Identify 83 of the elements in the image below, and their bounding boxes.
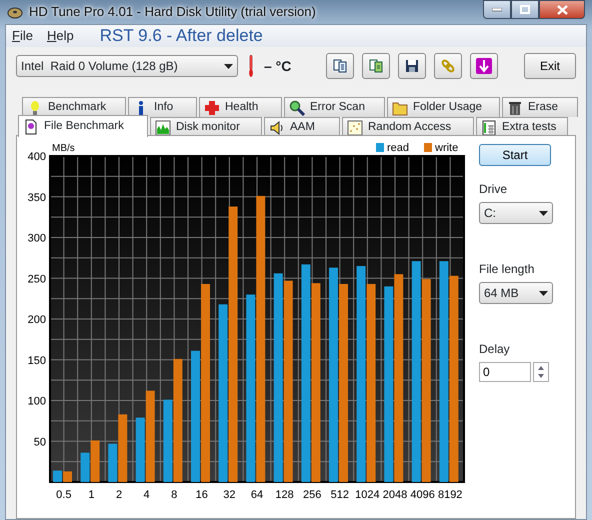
cross-icon	[204, 100, 220, 116]
x-tick-label: 8	[171, 489, 178, 501]
maximize-icon	[520, 5, 530, 14]
menu-item[interactable]: File	[12, 26, 33, 46]
x-tick-label: 4	[144, 489, 150, 501]
tab[interactable]: File Benchmark	[18, 115, 148, 137]
legend-swatch	[376, 143, 384, 152]
minimize-icon	[492, 8, 502, 12]
y-tick-label: 200	[28, 314, 46, 326]
minimize-button[interactable]	[483, 0, 511, 19]
chain-icon	[440, 58, 456, 74]
trash-icon	[507, 100, 523, 116]
dropdown[interactable]: 64 MB	[479, 282, 553, 304]
toolbar-button[interactable]	[398, 53, 426, 79]
close-button[interactable]	[539, 0, 585, 19]
y-tick-label: 300	[28, 232, 46, 244]
field-label: File length	[479, 261, 536, 278]
tab[interactable]: Random Access	[342, 117, 474, 137]
maximize-button[interactable]	[511, 0, 539, 19]
bar	[90, 440, 100, 482]
speaker-icon	[269, 120, 285, 136]
caption-text: RST 9.6 - After delete	[100, 25, 263, 48]
disk-select[interactable]: Intel Raid 0 Volume (128 gB)	[16, 55, 238, 77]
start-button[interactable]: Start	[479, 144, 551, 166]
temperature-text: – °C	[264, 56, 292, 76]
legend-label: write	[435, 142, 458, 154]
y-tick-label: 150	[28, 354, 46, 367]
spin-buttons[interactable]	[533, 362, 549, 382]
tab[interactable]: Disk monitor	[150, 117, 262, 137]
dropdown[interactable]: C:	[479, 202, 553, 224]
bar	[80, 452, 90, 482]
x-tick-label: 4096	[410, 489, 435, 501]
y-tick-label: 250	[28, 273, 46, 286]
save-icon	[404, 58, 420, 74]
x-tick-label: 2	[116, 489, 122, 501]
x-tick-label: 32	[223, 489, 236, 501]
magnifier-icon	[289, 100, 305, 116]
x-tick-label: 64	[250, 489, 264, 501]
toolbar-button[interactable]	[326, 53, 354, 79]
x-tick-label: 1	[88, 489, 94, 501]
tab[interactable]: Erase	[502, 97, 578, 117]
x-tick-label: 2048	[382, 489, 408, 501]
y-tick-label: 350	[28, 192, 46, 204]
y-tick-label: 400	[28, 151, 46, 163]
dropdown-arrow-icon	[224, 64, 233, 68]
dropdown-arrow-icon	[539, 210, 548, 216]
dropdown-arrow-icon	[539, 290, 548, 296]
tab[interactable]: Extra tests	[476, 117, 568, 137]
copy-icon	[368, 58, 384, 74]
document-icon	[23, 118, 39, 134]
tab[interactable]: Health	[199, 97, 282, 117]
x-tick-label: 0.5	[56, 489, 72, 501]
toolbar-button[interactable]	[470, 53, 498, 79]
download-icon	[476, 58, 492, 74]
menu-item[interactable]: Help	[46, 26, 74, 46]
x-tick-label: 1024	[355, 489, 380, 501]
exit-button[interactable]: Exit	[524, 53, 576, 79]
tab[interactable]: Info	[128, 97, 197, 117]
x-tick-label: 8192	[438, 489, 462, 501]
legend-label: read	[387, 142, 410, 154]
delay-field[interactable]: 0	[479, 362, 531, 382]
window-title: HD Tune Pro 4.01 - Hard Disk Utility (trial version)	[29, 3, 316, 22]
scatter-icon	[347, 120, 363, 136]
tab[interactable]: Error Scan	[284, 97, 385, 117]
copy-icon	[332, 58, 348, 74]
toolbar-button[interactable]	[362, 53, 390, 79]
x-tick-label: 256	[303, 489, 322, 501]
y-tick-label: 50	[34, 436, 46, 448]
bar	[53, 470, 62, 482]
legend-swatch	[424, 143, 432, 152]
tab[interactable]: Folder Usage	[387, 97, 500, 117]
x-tick-label: 512	[330, 489, 349, 501]
x-tick-label: 16	[196, 489, 208, 501]
close-icon	[556, 4, 568, 14]
bar	[63, 471, 72, 482]
tab[interactable]: Benchmark	[22, 97, 126, 117]
field-label: Drive	[479, 181, 508, 198]
y-axis-label: MB/s	[52, 143, 75, 154]
thermometer-icon	[246, 55, 256, 77]
y-tick-label: 100	[28, 396, 46, 408]
x-tick-label: 128	[275, 489, 294, 501]
tab[interactable]: AAM	[264, 117, 340, 137]
field-label: Delay	[479, 341, 511, 358]
